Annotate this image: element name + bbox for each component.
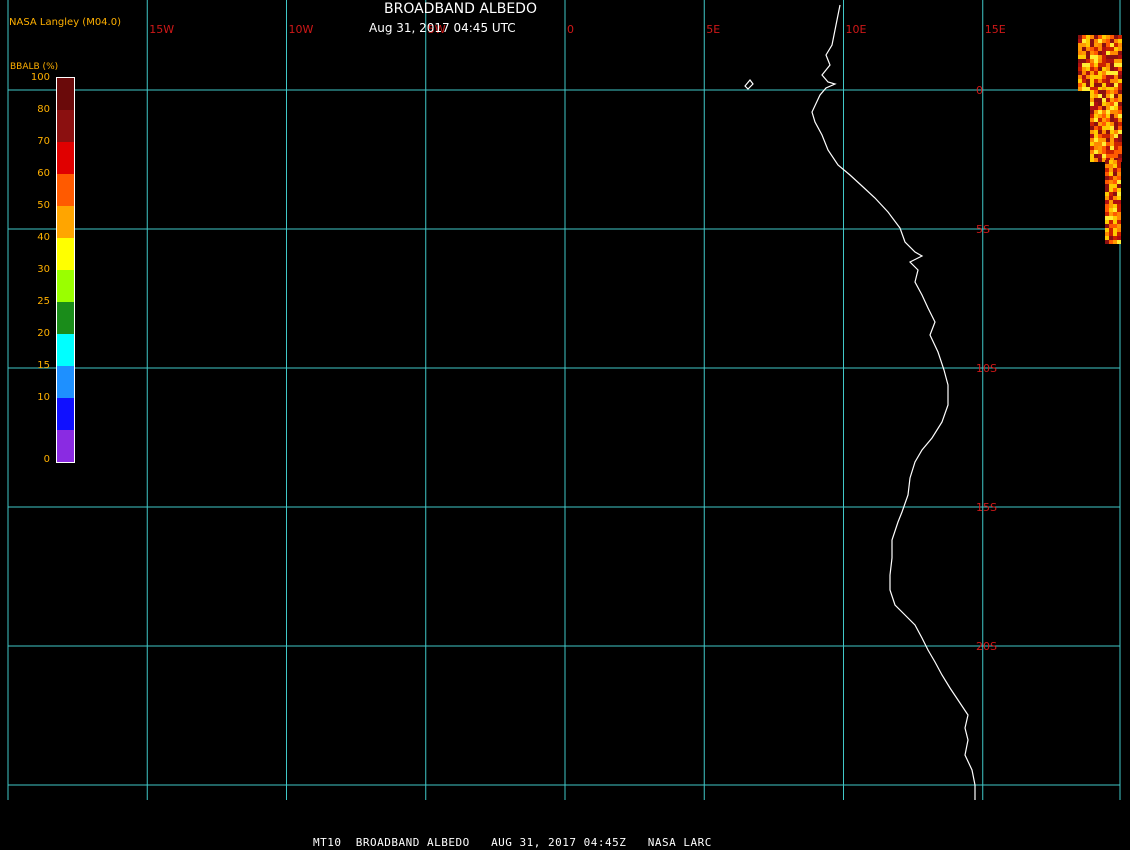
lon-label: 10E: [846, 23, 867, 36]
colorbar-tick-label: 80: [37, 104, 50, 115]
colorbar-tick-label: 25: [37, 296, 50, 307]
lat-label: 10S: [976, 362, 997, 375]
grid-labels: 15W 10W 5W 0 5E 10E 15E05S10S15S20S: [149, 23, 1005, 653]
lat-label: 15S: [976, 501, 997, 514]
colorbar-tick-label: 20: [37, 328, 50, 339]
albedo-map: 15W 10W 5W 0 5E 10E 15E05S10S15S20S: [7, 0, 1122, 800]
colorbar-title: BBALB (%): [10, 62, 59, 72]
lon-label: 0: [567, 23, 574, 36]
colorbar-tick-label: 100: [30, 72, 50, 83]
map-title: BROADBAND ALBEDO: [384, 1, 537, 17]
albedo-data-patch: [1078, 35, 1122, 244]
colorbar-tick-label: 15: [37, 360, 50, 371]
colorbar-tick-label: 0: [43, 454, 50, 465]
colorbar-tick-label: 60: [37, 168, 50, 179]
colorbar-tick-label: 30: [37, 264, 50, 275]
colorbar-frame: [56, 77, 75, 463]
lon-label: 10W: [289, 23, 314, 36]
lon-label: 5E: [706, 23, 720, 36]
lat-label: 0: [976, 84, 983, 97]
credit-label: NASA Langley (M04.0): [9, 17, 121, 28]
colorbar-tick-label: 10: [37, 392, 50, 403]
lon-label: 15W: [149, 23, 174, 36]
lat-label: 5S: [976, 223, 990, 236]
africa-coastline: [811, 4, 976, 800]
colorbar-tick-label: 40: [37, 232, 50, 243]
island-outline: [744, 79, 754, 90]
colorbar-tick-label: 50: [37, 200, 50, 211]
lat-label: 20S: [976, 640, 997, 653]
footer-caption: MT10 BROADBAND ALBEDO AUG 31, 2017 04:45…: [313, 836, 712, 849]
map-datetime: Aug 31, 2017 04:45 UTC: [369, 21, 516, 35]
colorbar-tick-label: 70: [37, 136, 50, 147]
lon-label: 15E: [985, 23, 1006, 36]
lat-lon-grid: [7, 0, 1121, 800]
